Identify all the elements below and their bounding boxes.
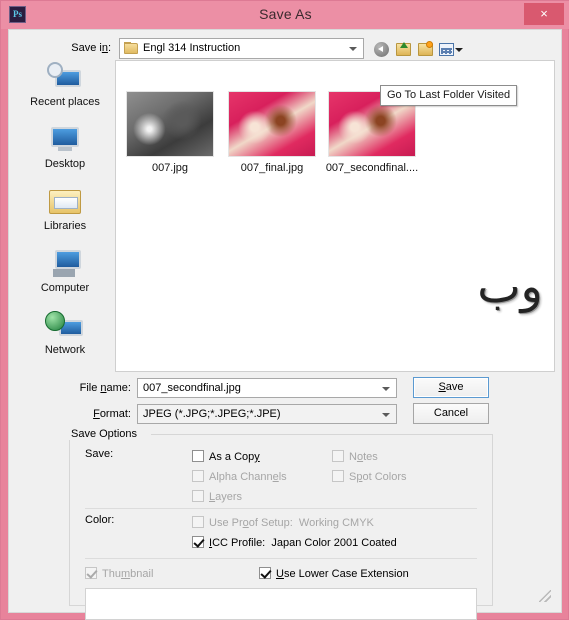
checkbox-box <box>332 450 344 462</box>
checkbox-box <box>85 567 97 579</box>
checkbox-use-lower-case-extension[interactable]: Use Lower Case Extension <box>259 567 409 580</box>
close-icon[interactable]: × <box>524 3 564 25</box>
sidebar-item-network[interactable]: Network <box>19 310 111 370</box>
checkbox-label: Use Lower Case Extension <box>276 568 409 580</box>
checkbox-alpha-channels: Alpha Channels <box>192 470 287 483</box>
cancel-button[interactable]: Cancel <box>413 403 489 424</box>
folder-icon <box>124 42 138 55</box>
format-dropdown[interactable]: JPEG (*.JPG;*.JPEG;*.JPE) <box>137 404 397 424</box>
desktop-icon <box>45 124 85 158</box>
places-sidebar: Recent places Desktop Libraries Computer… <box>19 60 111 372</box>
save-row-label: Save: <box>85 448 114 460</box>
checkbox-label: ICC Profile: Japan Color 2001 Coated <box>209 537 397 549</box>
view-menu-button[interactable] <box>439 41 463 59</box>
checkbox-box <box>192 536 204 548</box>
save-as-dialog-window: Ps Save As × Save in: Engl 314 Instructi… <box>0 0 569 620</box>
save-in-value: Engl 314 Instruction <box>143 42 241 54</box>
file-list-panel[interactable]: 007.jpg 007_final.jpg 007_secondfinal...… <box>115 60 555 372</box>
new-folder-button[interactable] <box>417 41 437 59</box>
up-folder-button[interactable] <box>395 41 415 59</box>
sidebar-item-label: Libraries <box>43 220 87 232</box>
title-bar: Ps Save As × <box>1 1 569 29</box>
navigation-toolbar <box>369 39 479 61</box>
file-thumbnail <box>228 91 316 157</box>
view-grid-icon <box>439 43 454 56</box>
chevron-down-icon <box>455 48 463 52</box>
checkbox-use-proof-setup: Use Proof Setup: Working CMYK <box>192 516 374 529</box>
checkbox-label: Thumbnail <box>102 568 154 580</box>
bottom-text-area[interactable] <box>85 588 477 620</box>
checkbox-thumbnail: Thumbnail <box>85 567 153 580</box>
sidebar-item-libraries[interactable]: Libraries <box>19 186 111 246</box>
sidebar-item-label: Network <box>44 344 86 356</box>
list-item[interactable]: 007.jpg <box>120 91 220 174</box>
chevron-down-icon <box>349 47 357 51</box>
format-value: JPEG (*.JPG;*.JPEG;*.JPE) <box>143 408 281 420</box>
chevron-down-icon[interactable] <box>382 413 390 417</box>
checkbox-box <box>192 450 204 462</box>
save-in-row: Save in: Engl 314 Instruction <box>9 36 563 62</box>
sidebar-item-recent-places[interactable]: Recent places <box>19 62 111 122</box>
file-name-value: 007_secondfinal.jpg <box>143 382 241 394</box>
save-options-title: Save Options <box>69 428 142 440</box>
dialog-body: Save in: Engl 314 Instruction Recent pla… <box>8 29 563 620</box>
color-row-label: Color: <box>85 514 115 526</box>
resize-grip[interactable] <box>539 590 551 602</box>
new-badge-icon <box>426 41 433 48</box>
divider <box>85 508 477 509</box>
checkbox-box <box>192 490 204 502</box>
divider <box>85 558 477 559</box>
checkbox-box <box>259 567 271 579</box>
checkbox-as-a-copy[interactable]: As a Copy <box>192 450 260 463</box>
chevron-down-icon[interactable] <box>382 387 390 391</box>
save-in-dropdown[interactable]: Engl 314 Instruction <box>119 38 364 59</box>
checkbox-label: Use Proof Setup: Working CMYK <box>209 517 374 529</box>
file-name-label: 007.jpg <box>151 162 189 174</box>
checkbox-label: Alpha Channels <box>209 471 287 483</box>
checkbox-label: Spot Colors <box>349 471 407 483</box>
save-button[interactable]: Save <box>413 377 489 398</box>
checkbox-label: Notes <box>349 451 378 463</box>
network-icon <box>45 310 85 344</box>
recent-places-icon <box>45 62 85 96</box>
checkbox-label: Layers <box>209 491 243 503</box>
libraries-icon <box>45 186 85 220</box>
file-name-label: 007_secondfinal.... <box>325 162 419 174</box>
checkbox-label: As a Copy <box>209 451 260 463</box>
watermark-logo: وب <box>477 259 543 313</box>
sidebar-item-label: Recent places <box>30 96 100 108</box>
back-arrow-icon <box>374 42 389 57</box>
checkbox-notes: Notes <box>332 450 378 463</box>
checkbox-box <box>192 516 204 528</box>
page-title: Save As <box>259 6 312 22</box>
computer-icon <box>45 248 85 282</box>
up-arrow-icon <box>400 42 408 48</box>
list-item[interactable]: 007_final.jpg <box>222 91 322 174</box>
sidebar-item-desktop[interactable]: Desktop <box>19 124 111 184</box>
format-field-label: Format: <box>93 408 131 420</box>
sidebar-item-label: Desktop <box>44 158 86 170</box>
sidebar-item-computer[interactable]: Computer <box>19 248 111 308</box>
back-button[interactable] <box>373 41 393 59</box>
file-name-input[interactable]: 007_secondfinal.jpg <box>137 378 397 398</box>
checkbox-layers: Layers <box>192 490 242 503</box>
checkbox-box <box>192 470 204 482</box>
sidebar-item-label: Computer <box>40 282 90 294</box>
save-in-label: Save in: <box>71 42 111 54</box>
checkbox-box <box>332 470 344 482</box>
file-name-field-label: File name: <box>79 382 131 394</box>
checkbox-icc-profile[interactable]: ICC Profile: Japan Color 2001 Coated <box>192 536 397 549</box>
file-thumbnail <box>126 91 214 157</box>
file-name-label: 007_final.jpg <box>240 162 304 174</box>
checkbox-spot-colors: Spot Colors <box>332 470 407 483</box>
tooltip: Go To Last Folder Visited <box>380 85 518 106</box>
